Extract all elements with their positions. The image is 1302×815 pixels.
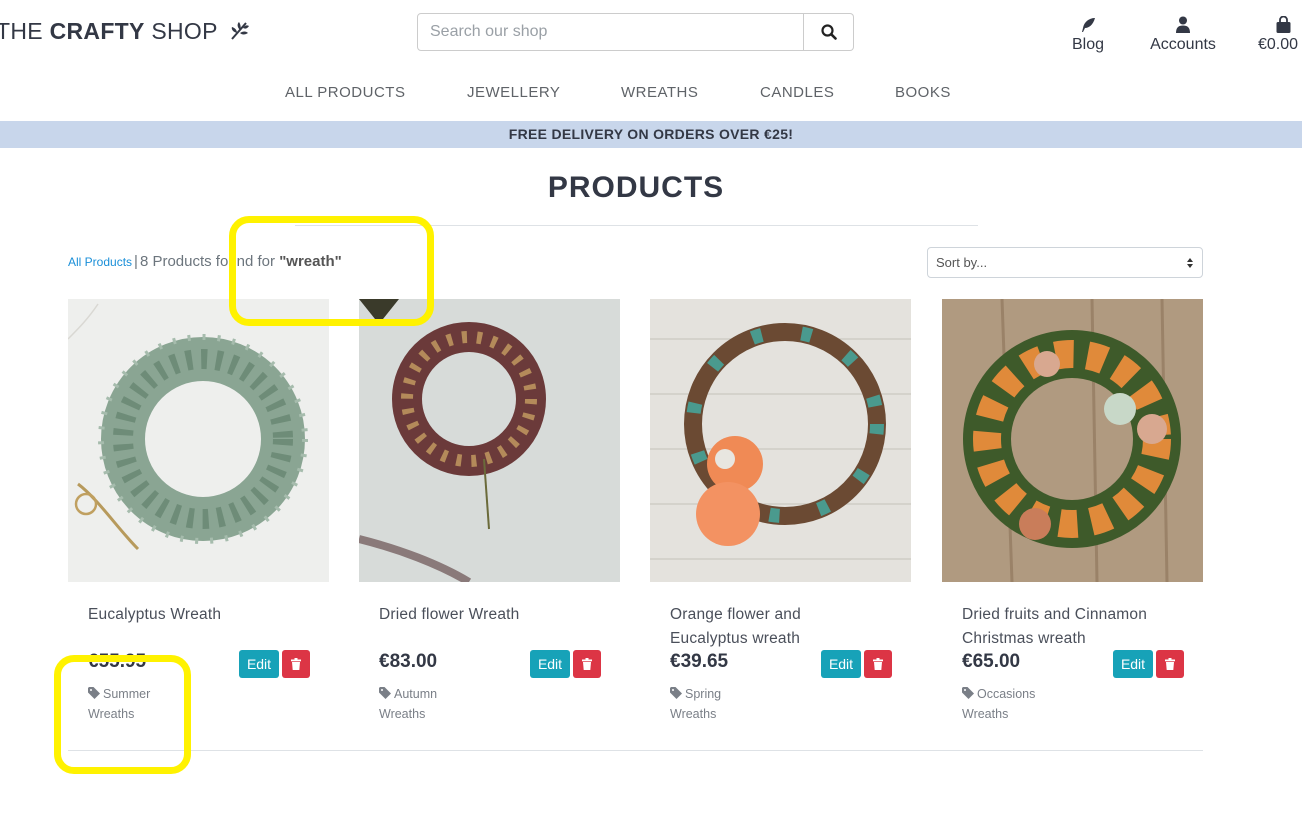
edit-button[interactable]: Edit	[1113, 650, 1153, 678]
product-image-orange-flower-wreath[interactable]	[650, 299, 911, 582]
nav-accounts-label: Accounts	[1150, 36, 1216, 53]
product-card: Dried fruits and Cinnamon Christmas wrea…	[942, 299, 1203, 721]
product-price: €65.00	[962, 651, 1021, 672]
tag-icon	[379, 686, 391, 705]
user-icon	[1147, 11, 1219, 33]
delete-button[interactable]	[573, 650, 601, 678]
trash-icon	[1165, 658, 1175, 670]
nav-basket[interactable]: €0.00	[1258, 11, 1302, 54]
annotation-highlight-search-term	[229, 216, 434, 326]
product-name[interactable]: Dried fruits and Cinnamon Christmas wrea…	[962, 603, 1162, 651]
trash-icon	[582, 658, 592, 670]
product-price: €83.00	[379, 651, 438, 672]
nav-candles[interactable]: CANDLES	[760, 84, 834, 101]
trash-icon	[291, 658, 301, 670]
page-title: PRODUCTS	[547, 171, 725, 204]
product-image-dried-fruits-wreath[interactable]	[942, 299, 1203, 582]
nav-jewellery[interactable]: JEWELLERY	[467, 84, 560, 101]
product-name[interactable]: Dried flower Wreath	[379, 603, 579, 627]
search-icon	[820, 24, 837, 40]
tag-icon	[670, 686, 682, 705]
product-card: Dried flower Wreath €83.00 Autumn Wreath…	[359, 299, 620, 721]
all-products-link[interactable]: All Products	[68, 255, 132, 269]
product-image-dried-flower-wreath[interactable]	[359, 299, 620, 582]
results-separator: |	[134, 253, 138, 270]
product-price: €39.65	[670, 651, 729, 672]
delete-button[interactable]	[1156, 650, 1184, 678]
sort-select[interactable]: Sort by...	[927, 247, 1203, 278]
nav-blog[interactable]: Blog	[1069, 11, 1107, 54]
product-category[interactable]: Spring Wreaths	[670, 685, 770, 724]
delete-button[interactable]	[282, 650, 310, 678]
nav-wreaths[interactable]: WREATHS	[621, 84, 698, 101]
product-card: Orange flower and Eucalyptus wreath €39.…	[650, 299, 911, 721]
delivery-banner: FREE DELIVERY ON ORDERS OVER €25!	[0, 121, 1302, 148]
edit-button[interactable]: Edit	[530, 650, 570, 678]
product-category[interactable]: Occasions Wreaths	[962, 685, 1062, 724]
logo-bold: CRAFTY	[49, 18, 145, 44]
logo-prefix: THE	[0, 18, 50, 44]
nav-blog-label: Blog	[1071, 36, 1105, 53]
shopping-bag-icon	[1258, 11, 1302, 33]
main-nav: ALL PRODUCTS JEWELLERY WREATHS CANDLES B…	[0, 84, 1302, 104]
shop-logo[interactable]: THE CRAFTY SHOP	[0, 18, 250, 47]
feather-icon	[1069, 11, 1107, 33]
leaf-icon	[228, 19, 250, 47]
nav-books[interactable]: BOOKS	[895, 84, 951, 101]
nav-accounts[interactable]: Accounts	[1147, 11, 1219, 54]
product-name[interactable]: Eucalyptus Wreath	[88, 603, 288, 627]
select-arrows-icon	[1187, 257, 1193, 268]
search-bar	[417, 13, 854, 51]
sort-selected: Sort by...	[936, 255, 988, 270]
annotation-highlight-category	[54, 655, 191, 774]
search-input[interactable]	[417, 13, 804, 51]
basket-total: €0.00	[1258, 36, 1299, 53]
tag-icon	[962, 686, 974, 705]
search-button[interactable]	[804, 13, 854, 51]
edit-button[interactable]: Edit	[239, 650, 279, 678]
edit-button[interactable]: Edit	[821, 650, 861, 678]
trash-icon	[873, 658, 883, 670]
nav-all-products[interactable]: ALL PRODUCTS	[285, 84, 405, 101]
product-category[interactable]: Autumn Wreaths	[379, 685, 479, 724]
product-image-eucalyptus-wreath[interactable]	[68, 299, 329, 582]
product-name[interactable]: Orange flower and Eucalyptus wreath	[670, 603, 870, 651]
bottom-divider	[68, 750, 1203, 751]
delete-button[interactable]	[864, 650, 892, 678]
logo-suffix: SHOP	[144, 18, 218, 44]
product-card: Eucalyptus Wreath €55.95 Summer Wreaths …	[68, 299, 329, 721]
